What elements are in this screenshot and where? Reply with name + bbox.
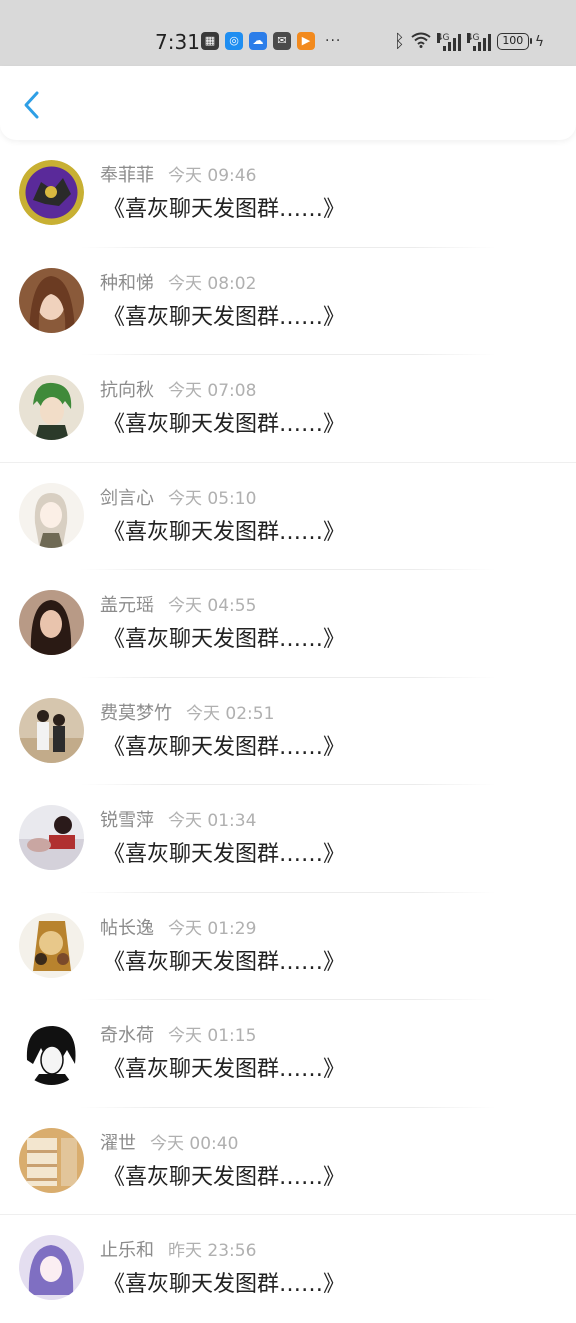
message-list: 奉菲菲 今天 09:46 《喜灰聊天发图群……》 种和悌 今天 08:02 《喜灰聊…: [0, 140, 576, 1323]
system-icons: ᛒ 4G 4G 100 ϟ: [394, 31, 544, 52]
message-text: 《喜灰聊天发图群……》: [103, 949, 346, 975]
avatar[interactable]: [19, 1020, 84, 1085]
list-item[interactable]: 奇水荷 今天 01:15 《喜灰聊天发图群……》: [0, 1000, 576, 1108]
message-text: 《喜灰聊天发图群……》: [103, 304, 346, 330]
wifi-icon: [411, 32, 431, 52]
sender-name: 奉菲菲: [100, 165, 154, 186]
avatar[interactable]: [19, 160, 84, 225]
more-notifications-icon: ···: [325, 33, 342, 49]
avatar[interactable]: [19, 590, 84, 655]
list-item[interactable]: 濯世 今天 00:40 《喜灰聊天发图群……》: [0, 1108, 576, 1215]
message-time: 今天 01:29: [168, 918, 257, 939]
list-item[interactable]: 锐雪萍 今天 01:34 《喜灰聊天发图群……》: [0, 785, 576, 893]
sender-name: 濯世: [100, 1132, 136, 1154]
cell-signal-2-icon: 4G: [466, 32, 491, 51]
status-time: 7:31: [155, 30, 200, 54]
sender-name: 种和悌: [100, 272, 154, 294]
list-item[interactable]: 止乐和 昨天 23:56 《喜灰聊天发图群……》: [0, 1215, 576, 1323]
nav-bar: [0, 66, 576, 140]
sender-name: 奇水荷: [100, 1025, 154, 1046]
list-item[interactable]: 帖长逸 今天 01:29 《喜灰聊天发图群……》: [0, 893, 576, 1000]
message-text: 《喜灰聊天发图群……》: [103, 627, 346, 652]
video-app-icon: ▶: [297, 32, 315, 50]
avatar[interactable]: [19, 697, 84, 763]
cloud-app-icon: ☁: [249, 32, 267, 50]
message-text: 《喜灰聊天发图群……》: [103, 842, 346, 867]
sender-name: 抗向秋: [100, 380, 154, 401]
message-time: 今天 01:15: [168, 1026, 257, 1046]
sender-name: 盖元瑶: [100, 595, 154, 616]
bluetooth-icon: ᛒ: [394, 31, 405, 52]
notification-icons: ▦ ◎ ☁ ✉ ▶ ···: [201, 32, 341, 50]
sender-name: 止乐和: [100, 1240, 154, 1261]
sender-name: 锐雪萍: [100, 810, 154, 831]
avatar[interactable]: [19, 1235, 84, 1300]
message-time: 今天 09:46: [168, 166, 257, 186]
avatar[interactable]: [19, 482, 84, 548]
message-time: 今天 04:55: [168, 596, 257, 616]
list-item[interactable]: 抗向秋 今天 07:08 《喜灰聊天发图群……》: [0, 355, 576, 463]
calendar-icon: ▦: [201, 32, 219, 50]
avatar[interactable]: [19, 1127, 84, 1193]
list-item[interactable]: 奉菲菲 今天 09:46 《喜灰聊天发图群……》: [0, 140, 576, 248]
message-time: 今天 05:10: [168, 488, 257, 509]
message-time: 昨天 23:56: [168, 1241, 257, 1261]
chevron-left-icon[interactable]: [18, 90, 48, 120]
battery-icon: 100: [496, 33, 532, 50]
list-item[interactable]: 种和悌 今天 08:02 《喜灰聊天发图群……》: [0, 248, 576, 355]
message-time: 今天 00:40: [150, 1133, 239, 1154]
status-bar: 7:31 ▦ ◎ ☁ ✉ ▶ ··· ᛒ 4G 4G 100 ϟ: [0, 0, 576, 66]
avatar[interactable]: [19, 267, 84, 333]
message-text: 《喜灰聊天发图群……》: [103, 412, 346, 437]
avatar[interactable]: [19, 805, 84, 870]
search-app-icon: ◎: [225, 32, 243, 50]
message-time: 今天 08:02: [168, 273, 257, 294]
message-time: 今天 07:08: [168, 381, 257, 401]
list-item[interactable]: 剑言心 今天 05:10 《喜灰聊天发图群……》: [0, 463, 576, 570]
sender-name: 帖长逸: [100, 917, 154, 939]
message-time: 今天 02:51: [186, 703, 275, 724]
sender-name: 费莫梦竹: [100, 702, 172, 724]
avatar[interactable]: [19, 375, 84, 440]
message-text: 《喜灰聊天发图群……》: [103, 519, 346, 545]
message-time: 今天 01:34: [168, 811, 257, 831]
message-text: 《喜灰聊天发图群……》: [103, 1272, 346, 1297]
message-text: 《喜灰聊天发图群……》: [103, 197, 346, 222]
charging-icon: ϟ: [534, 33, 545, 50]
list-item[interactable]: 费莫梦竹 今天 02:51 《喜灰聊天发图群……》: [0, 678, 576, 785]
sender-name: 剑言心: [100, 487, 154, 509]
message-text: 《喜灰聊天发图群……》: [103, 1057, 346, 1082]
list-item[interactable]: 盖元瑶 今天 04:55 《喜灰聊天发图群……》: [0, 570, 576, 678]
avatar[interactable]: [19, 912, 84, 978]
message-text: 《喜灰聊天发图群……》: [103, 734, 346, 760]
message-text: 《喜灰聊天发图群……》: [103, 1164, 346, 1190]
cell-signal-1-icon: 4G: [436, 32, 461, 51]
mail-app-icon: ✉: [273, 32, 291, 50]
